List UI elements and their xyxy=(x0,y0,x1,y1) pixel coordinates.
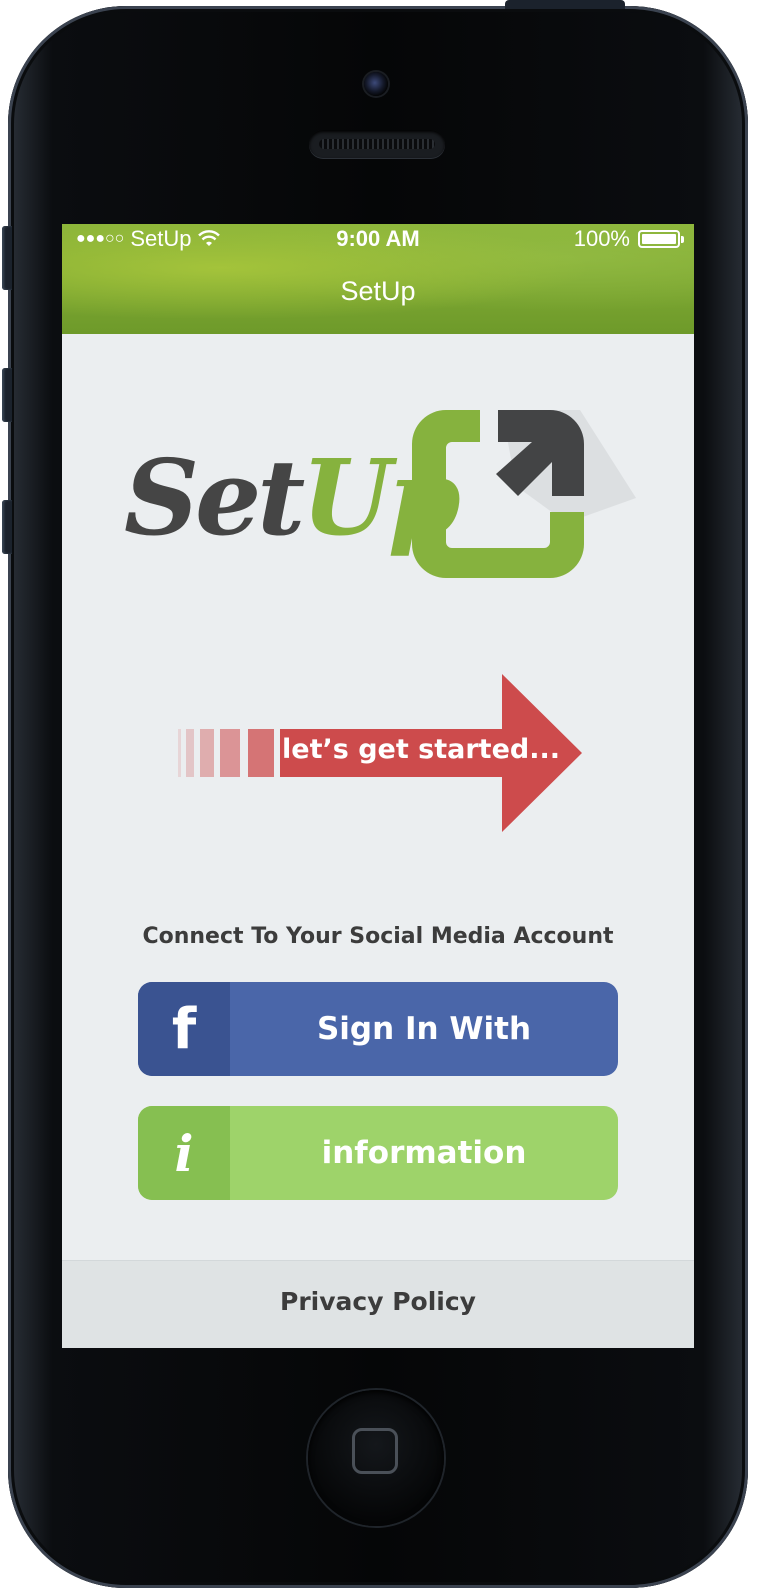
front-camera xyxy=(364,72,388,96)
battery-percentage: 100% xyxy=(573,226,630,251)
navigation-bar: ●●●○○ SetUp 9:00 AM 100% SetUp xyxy=(62,224,694,334)
earpiece-speaker xyxy=(309,130,445,158)
app-screen: ●●●○○ SetUp 9:00 AM 100% SetUp SetUp let… xyxy=(62,224,694,1348)
battery-icon xyxy=(638,230,684,248)
logo-word-set: Set xyxy=(124,436,305,559)
information-button-label: information xyxy=(321,1135,527,1171)
sign-in-facebook-button[interactable]: f Sign In With Facebook xyxy=(138,982,618,1076)
get-started-label: let’s get started... xyxy=(282,734,560,765)
nav-title: SetUp xyxy=(340,276,416,306)
volume-down-button xyxy=(2,500,12,554)
setup-logo-wordmark: SetUp xyxy=(124,436,461,559)
footer-bar: Privacy Policy xyxy=(62,1260,694,1348)
facebook-button-label: Sign In With Facebook xyxy=(316,1011,532,1047)
information-button[interactable]: i information xyxy=(138,1106,618,1200)
volume-up-button xyxy=(2,368,12,422)
privacy-policy-link[interactable]: Privacy Policy xyxy=(62,1287,694,1316)
status-bar: ●●●○○ SetUp 9:00 AM 100% xyxy=(62,224,694,254)
power-button xyxy=(505,0,625,9)
setup-logo-icon xyxy=(412,410,636,578)
mute-switch xyxy=(2,226,12,290)
facebook-icon: f xyxy=(138,982,230,1076)
connect-prompt: Connect To Your Social Media Account xyxy=(142,924,614,949)
info-icon: i xyxy=(138,1106,230,1200)
home-button-icon xyxy=(352,1428,398,1474)
